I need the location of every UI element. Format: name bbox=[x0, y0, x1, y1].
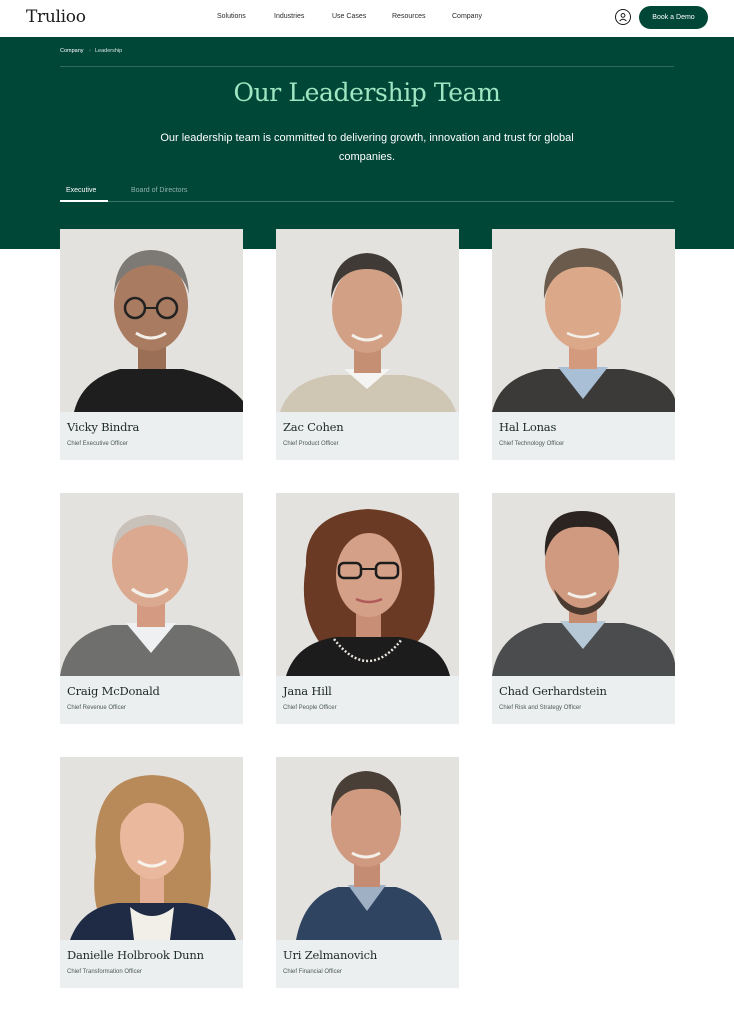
leader-photo bbox=[276, 229, 459, 412]
leader-role: Chief Transformation Officer bbox=[67, 969, 142, 975]
nav-industries[interactable]: Industries bbox=[274, 13, 304, 20]
site-header: Trulioo Solutions Industries Use Cases R… bbox=[0, 0, 734, 37]
leader-caption: Jana Hill Chief People Officer bbox=[276, 676, 459, 724]
breadcrumb-leadership: Leadership bbox=[95, 48, 123, 54]
breadcrumb-company[interactable]: Company bbox=[60, 48, 84, 54]
leader-role: Chief Revenue Officer bbox=[67, 705, 126, 711]
nav-use-cases[interactable]: Use Cases bbox=[332, 13, 366, 20]
leader-photo bbox=[492, 229, 675, 412]
leader-role: Chief Financial Officer bbox=[283, 969, 342, 975]
tab-divider bbox=[60, 201, 674, 202]
leader-photo bbox=[276, 493, 459, 676]
leader-role: Chief Executive Officer bbox=[67, 441, 128, 447]
leader-role: Chief People Officer bbox=[283, 705, 337, 711]
leader-caption: Zac Cohen Chief Product Officer bbox=[276, 412, 459, 460]
nav-company[interactable]: Company bbox=[452, 13, 482, 20]
leader-name: Zac Cohen bbox=[283, 420, 344, 434]
book-demo-button[interactable]: Book a Demo bbox=[639, 6, 708, 29]
leader-caption: Hal Lonas Chief Technology Officer bbox=[492, 412, 675, 460]
leader-card[interactable]: Zac Cohen Chief Product Officer bbox=[276, 229, 459, 460]
page-title: Our Leadership Team bbox=[233, 78, 501, 107]
leader-caption: Chad Gerhardstein Chief Risk and Strateg… bbox=[492, 676, 675, 724]
leader-caption: Danielle Holbrook Dunn Chief Transformat… bbox=[60, 940, 243, 988]
breadcrumb-separator: › bbox=[89, 48, 91, 54]
tab-board-of-directors[interactable]: Board of Directors bbox=[131, 187, 187, 194]
leader-card[interactable]: Craig McDonald Chief Revenue Officer bbox=[60, 493, 243, 724]
leader-caption: Uri Zelmanovich Chief Financial Officer bbox=[276, 940, 459, 988]
leader-card[interactable]: Jana Hill Chief People Officer bbox=[276, 493, 459, 724]
leader-name: Hal Lonas bbox=[499, 420, 557, 434]
leader-photo bbox=[60, 493, 243, 676]
nav-resources[interactable]: Resources bbox=[392, 13, 425, 20]
user-circle-icon bbox=[619, 13, 627, 22]
leader-name: Craig McDonald bbox=[67, 684, 160, 698]
leader-role: Chief Product Officer bbox=[283, 441, 339, 447]
page-subtitle: Our leadership team is committed to deli… bbox=[160, 132, 574, 163]
account-button[interactable] bbox=[615, 9, 631, 25]
leader-card[interactable]: Danielle Holbrook Dunn Chief Transformat… bbox=[60, 757, 243, 988]
leader-role: Chief Technology Officer bbox=[499, 441, 565, 447]
leader-caption: Vicky Bindra Chief Executive Officer bbox=[60, 412, 243, 460]
nav-solutions[interactable]: Solutions bbox=[217, 13, 246, 20]
trulioo-logo[interactable]: Trulioo bbox=[26, 7, 86, 27]
divider bbox=[60, 66, 674, 67]
leader-card[interactable]: Hal Lonas Chief Technology Officer bbox=[492, 229, 675, 460]
leader-photo bbox=[60, 757, 243, 940]
hero-section: Company › Leadership Our Leadership Team… bbox=[0, 37, 734, 249]
leader-name: Uri Zelmanovich bbox=[283, 948, 378, 962]
active-tab-indicator bbox=[60, 200, 108, 202]
leader-photo bbox=[492, 493, 675, 676]
leader-card[interactable]: Uri Zelmanovich Chief Financial Officer bbox=[276, 757, 459, 988]
leader-name: Chad Gerhardstein bbox=[499, 684, 607, 698]
tab-executive[interactable]: Executive bbox=[66, 187, 96, 194]
leader-card[interactable]: Vicky Bindra Chief Executive Officer bbox=[60, 229, 243, 460]
leader-role: Chief Risk and Strategy Officer bbox=[499, 705, 582, 711]
leader-card[interactable]: Chad Gerhardstein Chief Risk and Strateg… bbox=[492, 493, 675, 724]
leader-name: Vicky Bindra bbox=[67, 420, 140, 434]
leader-caption: Craig McDonald Chief Revenue Officer bbox=[60, 676, 243, 724]
leader-photo bbox=[60, 229, 243, 412]
leader-photo bbox=[276, 757, 459, 940]
leader-name: Danielle Holbrook Dunn bbox=[67, 948, 204, 962]
leader-name: Jana Hill bbox=[283, 684, 332, 698]
